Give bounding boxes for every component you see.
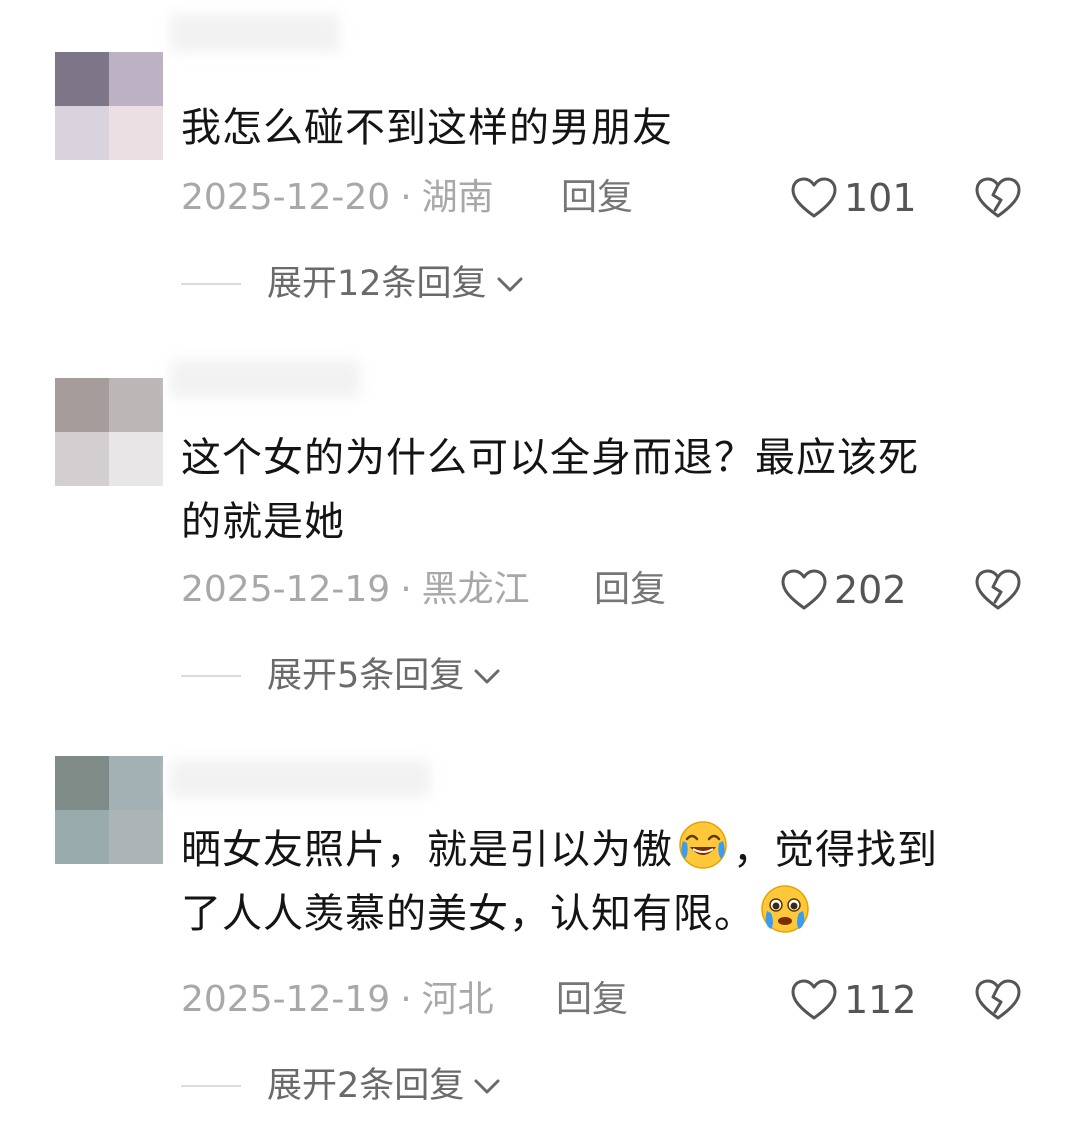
divider-line [181,283,241,285]
comment-item: 我怎么碰不到这样的男朋友 2025-12-20 · 湖南 回复 101 展开12条回… [0,0,1080,330]
reply-button[interactable]: 回复 [561,176,633,220]
reply-button[interactable]: 回复 [556,978,628,1022]
username-blurred[interactable] [170,360,360,398]
comment-list: 我怎么碰不到这样的男朋友 2025-12-20 · 湖南 回复 101 展开12条回… [0,0,1080,1140]
chevron-down-icon [474,669,500,684]
expand-replies-label: 展开2条回复 [267,1066,465,1106]
comment-location: 黑龙江 [421,569,530,610]
like-button[interactable]: 202 [780,568,907,612]
meta-separator: · [400,177,412,218]
comment-meta: 2025-12-20 · 湖南 [181,176,494,220]
chevron-down-icon [497,277,523,292]
comment-date: 2025-12-20 [181,177,391,218]
divider-line [181,1085,241,1087]
like-count: 112 [844,978,917,1022]
chevron-down-icon [474,1079,500,1094]
expand-replies-label: 展开12条回复 [267,264,487,304]
like-count: 202 [834,568,907,612]
like-button[interactable]: 101 [790,176,917,220]
divider-line [181,675,241,677]
comment-date: 2025-12-19 [181,569,391,610]
comment-meta: 2025-12-19 · 黑龙江 [181,568,530,612]
laughing-crying-emoji [679,821,727,869]
meta-separator: · [400,569,412,610]
comment-date: 2025-12-19 [181,979,391,1020]
comment-text: 我怎么碰不到这样的男朋友 [181,105,673,151]
broken-heart-icon[interactable] [974,176,1022,220]
expand-replies-button[interactable]: 展开5条回复 [181,654,502,698]
avatar[interactable] [55,378,163,486]
comment-meta: 2025-12-19 · 河北 [181,978,494,1022]
comment-location: 河北 [421,979,494,1020]
heart-outline-icon [791,979,837,1020]
expand-replies-label: 展开5条回复 [267,656,465,696]
meta-separator: · [400,979,412,1020]
pleading-teary-emoji [761,885,809,933]
comment-text: 晒女友照片，就是引以为傲 ，觉得找到 了人人羡慕的美女，认知有限。 [181,818,1026,946]
broken-heart-icon[interactable] [974,568,1022,612]
username-blurred[interactable] [170,760,430,798]
heart-outline-icon [781,569,827,610]
like-count: 101 [844,176,917,220]
avatar[interactable] [55,756,163,864]
expand-replies-button[interactable]: 展开2条回复 [181,1064,502,1108]
like-button[interactable]: 112 [790,978,917,1022]
username-blurred[interactable] [170,14,340,52]
heart-outline-icon [791,177,837,218]
comment-location: 湖南 [421,177,494,218]
broken-heart-icon[interactable] [974,978,1022,1022]
avatar[interactable] [55,52,163,160]
expand-replies-button[interactable]: 展开12条回复 [181,262,525,306]
reply-button[interactable]: 回复 [594,568,666,612]
comment-text: 这个女的为什么可以全身而退？最应该死 的就是她 [181,435,919,545]
